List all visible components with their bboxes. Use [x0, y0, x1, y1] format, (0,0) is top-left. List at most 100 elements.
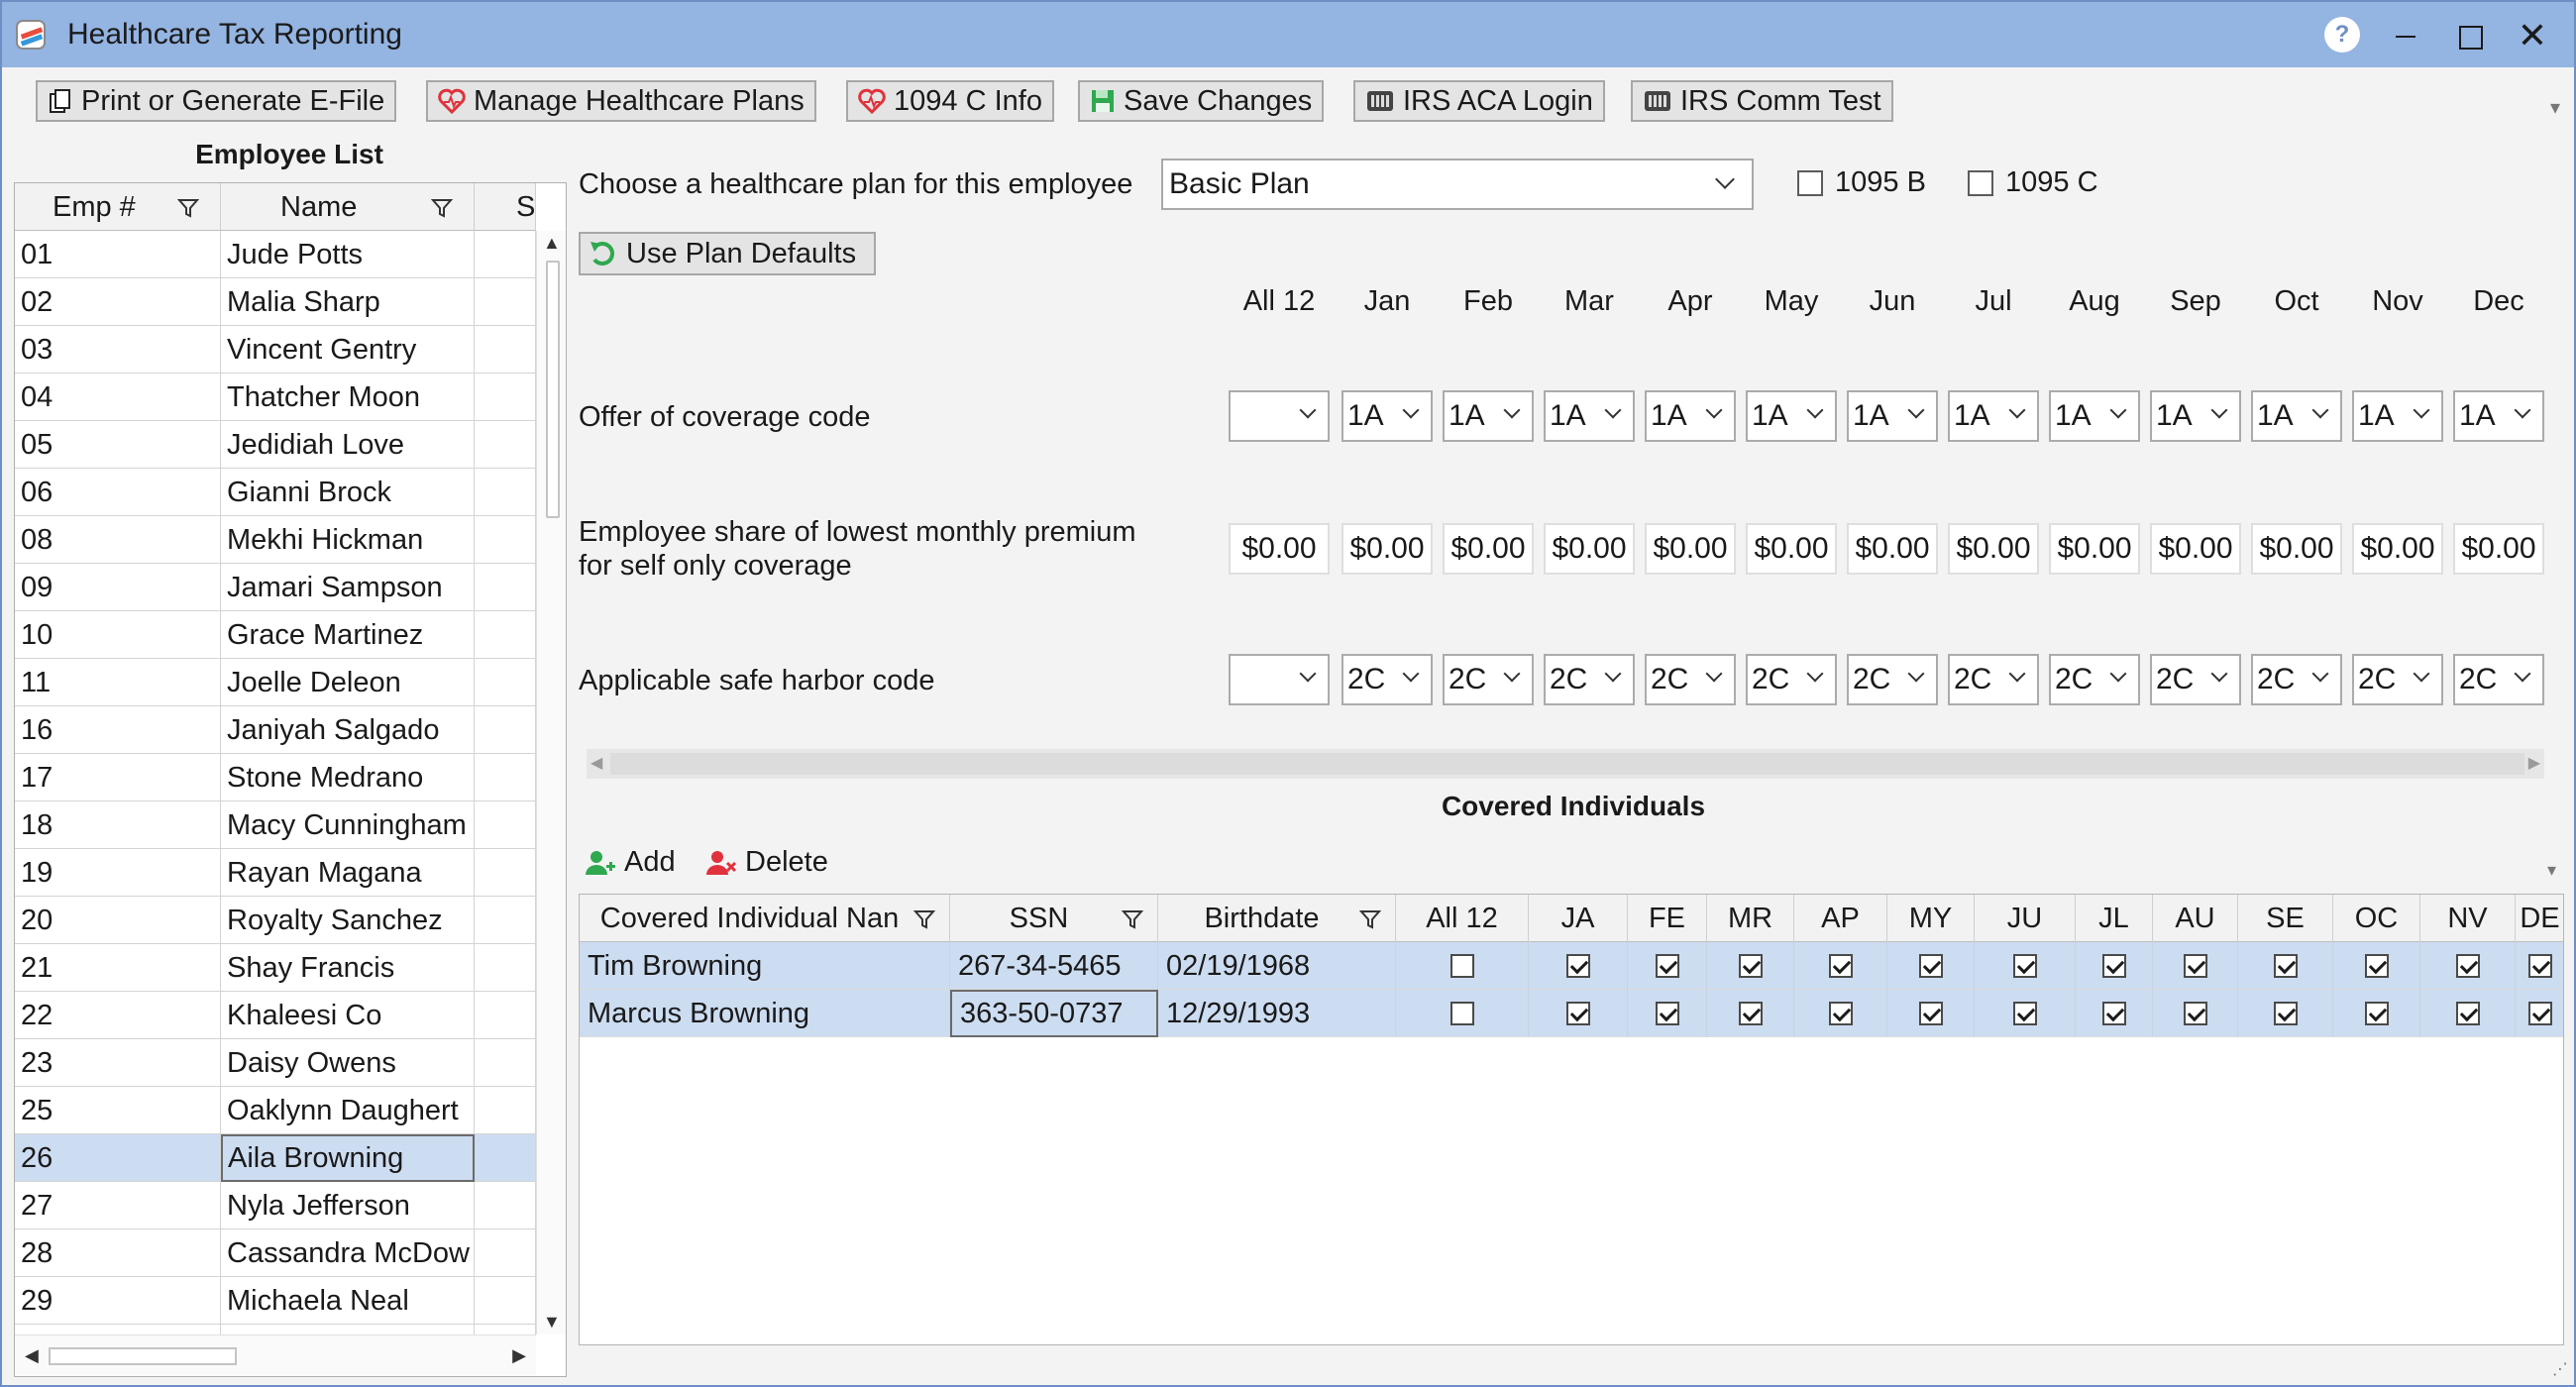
scroll-left-icon[interactable]: ◀ — [590, 753, 602, 773]
irs-aca-login-button[interactable]: IRS ACA Login — [1353, 80, 1605, 122]
safe-harbor-select-jun[interactable]: 2C — [1847, 654, 1938, 705]
checkbox-checked[interactable] — [2456, 1002, 2480, 1025]
scroll-right-icon[interactable]: ▶ — [2528, 753, 2540, 773]
checkbox-checked[interactable] — [2274, 1002, 2298, 1025]
covered-column-header[interactable]: MY — [1887, 895, 1975, 942]
employee-row[interactable]: 27 Nyla Jefferson — [15, 1182, 536, 1229]
column-header-emp-num[interactable]: Emp # — [15, 183, 221, 231]
filter-icon[interactable] — [177, 197, 199, 219]
employee-row[interactable]: 06 Gianni Brock — [15, 469, 536, 516]
safe-harbor-select-may[interactable]: 2C — [1746, 654, 1837, 705]
premium-input-jan[interactable]: $0.00 — [1342, 523, 1433, 575]
checkbox-checked[interactable] — [1739, 1002, 1763, 1025]
offer-code-select-apr[interactable]: 1A — [1645, 390, 1736, 442]
offer-code-select-sep[interactable]: 1A — [2150, 390, 2241, 442]
covered-birthdate[interactable]: 02/19/1968 — [1158, 942, 1396, 990]
employee-row[interactable]: 17 Stone Medrano — [15, 754, 536, 801]
offer-code-select-feb[interactable]: 1A — [1443, 390, 1534, 442]
help-button[interactable]: ? — [2324, 17, 2360, 53]
premium-input-nov[interactable]: $0.00 — [2352, 523, 2443, 575]
toolbar-overflow-icon[interactable]: ▾ — [2550, 95, 2560, 120]
scroll-thumb[interactable] — [546, 261, 560, 518]
checkbox-checked[interactable] — [2184, 954, 2207, 978]
premium-input-oct[interactable]: $0.00 — [2251, 523, 2342, 575]
scroll-right-icon[interactable]: ▶ — [512, 1345, 526, 1366]
premium-input-all12[interactable]: $0.00 — [1229, 523, 1330, 575]
delete-individual-button[interactable]: Delete — [705, 846, 828, 879]
employee-row[interactable]: 05 Jedidiah Love — [15, 421, 536, 469]
covered-column-header[interactable]: DE — [2516, 895, 2563, 942]
column-header-status[interactable]: St — [475, 183, 536, 231]
save-changes-button[interactable]: Save Changes — [1078, 80, 1325, 122]
safe-harbor-select-all12[interactable] — [1229, 654, 1330, 705]
checkbox-checked[interactable] — [1739, 954, 1763, 978]
months-horizontal-scrollbar[interactable]: ◀ ▶ — [587, 749, 2544, 779]
employee-row[interactable]: 30Anna Meyers — [15, 1325, 536, 1334]
print-efile-button[interactable]: Print or Generate E-File — [36, 80, 397, 122]
checkbox-checked[interactable] — [2528, 954, 2552, 978]
filter-icon[interactable] — [913, 908, 935, 930]
checkbox-1095b[interactable] — [1797, 170, 1823, 196]
checkbox-checked[interactable] — [1656, 954, 1679, 978]
checkbox-checked[interactable] — [2102, 954, 2126, 978]
safe-harbor-select-jul[interactable]: 2C — [1948, 654, 2039, 705]
safe-harbor-select-jan[interactable]: 2C — [1342, 654, 1433, 705]
checkbox-checked[interactable] — [2528, 1002, 2552, 1025]
plan-select[interactable]: Basic Plan — [1161, 159, 1754, 210]
premium-input-dec[interactable]: $0.00 — [2453, 523, 2544, 575]
checkbox-checked[interactable] — [1829, 1002, 1853, 1025]
covered-column-header[interactable]: Birthdate — [1158, 895, 1396, 942]
offer-code-select-all12[interactable] — [1229, 390, 1330, 442]
covered-name[interactable]: Marcus Browning — [580, 990, 950, 1037]
scroll-left-icon[interactable]: ◀ — [25, 1345, 39, 1366]
checkbox-checked[interactable] — [2102, 1002, 2126, 1025]
covered-birthdate[interactable]: 12/29/1993 — [1158, 990, 1396, 1037]
scroll-up-icon[interactable]: ▲ — [543, 233, 561, 254]
checkbox-checked[interactable] — [2365, 1002, 2389, 1025]
use-plan-defaults-button[interactable]: Use Plan Defaults — [579, 232, 876, 275]
safe-harbor-select-dec[interactable]: 2C — [2453, 654, 2544, 705]
premium-input-feb[interactable]: $0.00 — [1443, 523, 1534, 575]
covered-column-header[interactable]: NV — [2420, 895, 2516, 942]
offer-code-select-may[interactable]: 1A — [1746, 390, 1837, 442]
checkbox-checked[interactable] — [1566, 954, 1590, 978]
offer-code-select-mar[interactable]: 1A — [1544, 390, 1635, 442]
employee-row[interactable]: 10 Grace Martinez — [15, 611, 536, 659]
checkbox-checked[interactable] — [1919, 1002, 1943, 1025]
offer-code-select-aug[interactable]: 1A — [2049, 390, 2140, 442]
employee-row[interactable]: 16 Janiyah Salgado — [15, 706, 536, 754]
employee-row[interactable]: 02 Malia Sharp — [15, 278, 536, 326]
covered-column-header[interactable]: OC — [2333, 895, 2420, 942]
premium-input-may[interactable]: $0.00 — [1746, 523, 1837, 575]
checkbox-1095c[interactable] — [1968, 170, 1993, 196]
safe-harbor-select-aug[interactable]: 2C — [2049, 654, 2140, 705]
covered-column-header[interactable]: JA — [1529, 895, 1628, 942]
checkbox-checked[interactable] — [2013, 1002, 2037, 1025]
offer-code-select-jan[interactable]: 1A — [1342, 390, 1433, 442]
employee-row[interactable]: 01 Jude Potts — [15, 231, 536, 278]
checkbox-checked[interactable] — [2184, 1002, 2207, 1025]
covered-individual-row[interactable]: Marcus Browning 363-50-0737 12/29/1993 — [580, 990, 2563, 1037]
employee-row[interactable]: 21 Shay Francis — [15, 944, 536, 992]
covered-column-header[interactable]: MR — [1707, 895, 1794, 942]
safe-harbor-select-oct[interactable]: 2C — [2251, 654, 2342, 705]
checkbox-unchecked[interactable] — [1450, 1002, 1474, 1025]
column-header-name[interactable]: Name — [221, 183, 475, 231]
offer-code-select-jun[interactable]: 1A — [1847, 390, 1938, 442]
employee-row[interactable]: 08 Mekhi Hickman — [15, 516, 536, 564]
checkbox-checked[interactable] — [2365, 954, 2389, 978]
scroll-down-icon[interactable]: ▼ — [543, 1312, 561, 1333]
filter-icon[interactable] — [1122, 908, 1143, 930]
premium-input-jul[interactable]: $0.00 — [1948, 523, 2039, 575]
checkbox-checked[interactable] — [1919, 954, 1943, 978]
checkbox-unchecked[interactable] — [1450, 954, 1474, 978]
covered-column-header[interactable]: JL — [2076, 895, 2153, 942]
offer-code-select-nov[interactable]: 1A — [2352, 390, 2443, 442]
offer-code-select-jul[interactable]: 1A — [1948, 390, 2039, 442]
employee-row[interactable]: 22 Khaleesi Co — [15, 992, 536, 1039]
employee-row[interactable]: 11 Joelle Deleon — [15, 659, 536, 706]
employee-row[interactable]: 03 Vincent Gentry — [15, 326, 536, 373]
checkbox-checked[interactable] — [1829, 954, 1853, 978]
covered-column-header[interactable]: AP — [1794, 895, 1887, 942]
irs-comm-test-button[interactable]: IRS Comm Test — [1631, 80, 1893, 122]
